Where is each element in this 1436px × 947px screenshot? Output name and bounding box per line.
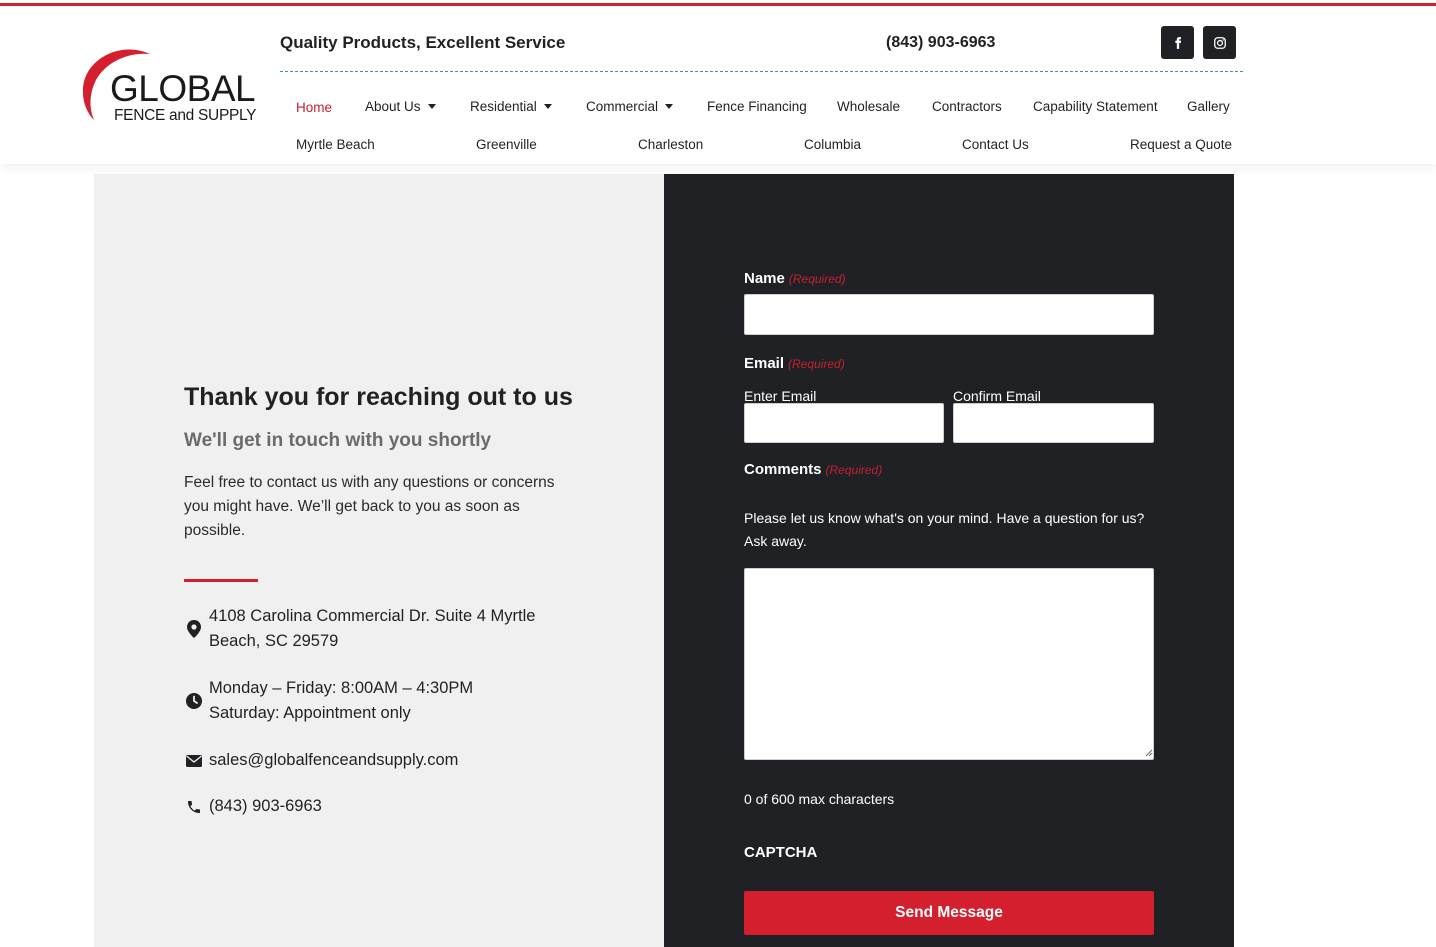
required-marker: (Required) [788,272,846,286]
nav-residential-label: Residential [470,99,537,114]
confirm-email-input[interactable] [953,403,1154,443]
nav-columbia[interactable]: Columbia [804,137,861,152]
section-divider [184,579,258,582]
facebook-button[interactable] [1161,26,1194,59]
site-logo[interactable]: GLOBAL FENCE and SUPPLY [80,46,257,130]
address-row: 4108 Carolina Commercial Dr. Suite 4 Myr… [184,604,559,654]
comments-description: Please let us know what's on your mind. … [744,510,1145,549]
clock-icon [184,691,204,711]
email-link[interactable]: sales@globalfenceandsupply.com [209,748,458,773]
captcha-label: CAPTCHA [744,844,818,861]
chevron-down-icon [427,104,436,109]
header-phone-link[interactable]: (843) 903-6963 [886,34,995,52]
required-marker: (Required) [788,357,845,371]
nav-fence-financing[interactable]: Fence Financing [707,99,807,114]
tagline: Quality Products, Excellent Service [280,33,566,52]
nav-commercial[interactable]: Commercial [586,99,674,114]
comments-textarea[interactable] [744,568,1154,760]
chevron-down-icon [665,104,674,109]
map-pin-icon [184,619,204,639]
facebook-icon [1174,36,1181,49]
email-label: Email (Required) [744,355,845,372]
instagram-icon [1213,36,1226,49]
header-divider [280,71,1243,72]
comments-label: Comments (Required) [744,461,882,478]
envelope-icon [184,751,204,771]
nav-contact-us[interactable]: Contact Us [962,137,1029,152]
nav-myrtle-beach[interactable]: Myrtle Beach [296,137,375,152]
name-label-text: Name [744,270,785,287]
site-header: GLOBAL FENCE and SUPPLY Quality Products… [0,6,1436,164]
contact-intro-text: Feel free to contact us with any questio… [184,474,555,539]
nav-gallery[interactable]: Gallery [1187,99,1230,114]
nav-greenville[interactable]: Greenville [476,137,537,152]
nav-request-quote[interactable]: Request a Quote [1130,137,1232,152]
hours-saturday: Saturday: Appointment only [209,704,411,722]
hours-text: Monday – Friday: 8:00AM – 4:30PM Saturda… [209,676,473,726]
phone-link[interactable]: (843) 903-6963 [209,794,322,819]
required-marker: (Required) [825,463,883,477]
confirm-email-label: Confirm Email [953,388,1041,404]
address-text: 4108 Carolina Commercial Dr. Suite 4 Myr… [209,607,536,650]
contact-info-panel [94,174,664,947]
resize-grip-icon[interactable] [1143,747,1153,757]
nav-about-us-label: About Us [365,99,421,114]
contact-form-panel [664,174,1234,947]
thank-you-subheading: We'll get in touch with you shortly [184,430,492,451]
nav-charleston[interactable]: Charleston [638,137,703,152]
nav-wholesale[interactable]: Wholesale [837,99,900,114]
phone-row: (843) 903-6963 [184,794,322,819]
email-input[interactable] [744,403,944,443]
nav-residential[interactable]: Residential [470,99,552,114]
logo-wordmark: GLOBAL [110,68,256,109]
thank-you-heading: Thank you for reaching out to us [184,383,573,411]
nav-capability-statement[interactable]: Capability Statement [1033,99,1158,114]
hours-row: Monday – Friday: 8:00AM – 4:30PM Saturda… [184,676,473,726]
email-label-text: Email [744,355,785,372]
send-message-button[interactable]: Send Message [744,891,1154,935]
chevron-down-icon [543,104,552,109]
nav-about-us[interactable]: About Us [365,99,436,114]
comments-label-text: Comments [744,461,822,478]
name-input[interactable] [744,294,1154,335]
character-counter: 0 of 600 max characters [744,791,895,807]
instagram-button[interactable] [1203,26,1236,59]
nav-home[interactable]: Home [296,100,332,115]
name-label: Name (Required) [744,270,846,287]
email-row: sales@globalfenceandsupply.com [184,748,458,773]
enter-email-label: Enter Email [744,388,817,404]
hours-weekday: Monday – Friday: 8:00AM – 4:30PM [209,679,474,697]
logo-subtitle: FENCE and SUPPLY [114,107,257,124]
nav-contractors[interactable]: Contractors [932,99,1002,114]
phone-icon [184,797,204,817]
nav-commercial-label: Commercial [586,99,659,114]
